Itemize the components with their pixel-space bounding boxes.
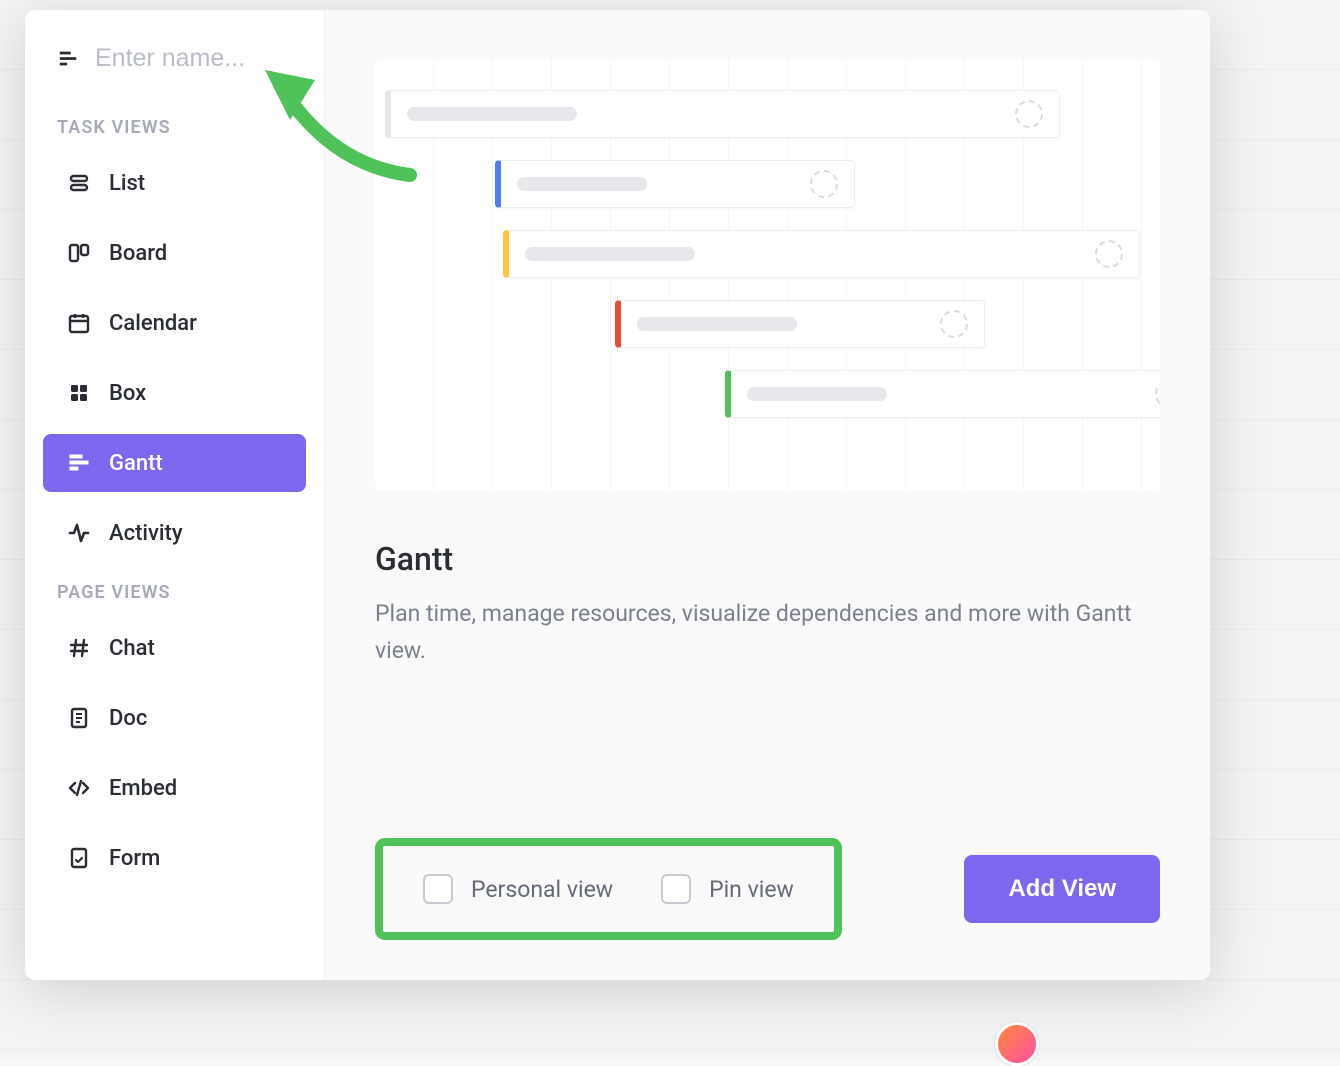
personal-view-checkbox[interactable]: Personal view — [423, 874, 613, 904]
box-icon — [67, 381, 91, 405]
view-item-list[interactable]: List — [43, 154, 306, 212]
activity-icon — [67, 521, 91, 545]
view-item-label: List — [109, 171, 145, 196]
view-item-form[interactable]: Form — [43, 829, 306, 887]
checkbox-label: Pin view — [709, 876, 794, 903]
add-view-button[interactable]: Add View — [964, 855, 1160, 923]
view-item-label: Embed — [109, 776, 177, 801]
section-task-views: TASK VIEWS — [25, 103, 324, 148]
section-page-views: PAGE VIEWS — [25, 568, 324, 613]
calendar-icon — [67, 311, 91, 335]
gantt-icon — [57, 48, 79, 70]
avatar — [995, 1022, 1039, 1066]
gantt-illustration — [375, 60, 1160, 490]
view-item-board[interactable]: Board — [43, 224, 306, 282]
checkbox-icon — [423, 874, 453, 904]
checkbox-icon — [661, 874, 691, 904]
view-item-label: Box — [109, 381, 146, 406]
gantt-icon — [67, 451, 91, 475]
view-item-box[interactable]: Box — [43, 364, 306, 422]
pin-view-checkbox[interactable]: Pin view — [661, 874, 794, 904]
view-detail-pane: Gantt Plan time, manage resources, visua… — [325, 10, 1210, 980]
list-icon — [67, 171, 91, 195]
view-picker-sidebar: TASK VIEWS List Board Calendar Box Gantt… — [25, 10, 325, 980]
embed-icon — [67, 776, 91, 800]
detail-footer: Personal view Pin view Add View — [375, 838, 1160, 940]
hash-icon — [67, 636, 91, 660]
view-item-doc[interactable]: Doc — [43, 689, 306, 747]
view-item-label: Board — [109, 241, 167, 266]
view-item-chat[interactable]: Chat — [43, 619, 306, 677]
view-item-label: Chat — [109, 636, 155, 661]
doc-icon — [67, 706, 91, 730]
form-icon — [67, 846, 91, 870]
view-name-input[interactable] — [95, 44, 300, 73]
annotation-highlight: Personal view Pin view — [375, 838, 842, 940]
view-item-label: Gantt — [109, 451, 163, 476]
add-view-popover: TASK VIEWS List Board Calendar Box Gantt… — [25, 10, 1210, 980]
board-icon — [67, 241, 91, 265]
view-item-calendar[interactable]: Calendar — [43, 294, 306, 352]
detail-title: Gantt — [375, 540, 1160, 578]
detail-description: Plan time, manage resources, visualize d… — [375, 596, 1135, 670]
view-item-gantt[interactable]: Gantt — [43, 434, 306, 492]
view-item-label: Calendar — [109, 311, 197, 336]
view-item-embed[interactable]: Embed — [43, 759, 306, 817]
checkbox-label: Personal view — [471, 876, 613, 903]
view-item-label: Form — [109, 846, 160, 871]
view-item-label: Activity — [109, 521, 183, 546]
view-item-activity[interactable]: Activity — [43, 504, 306, 562]
view-item-label: Doc — [109, 706, 147, 731]
